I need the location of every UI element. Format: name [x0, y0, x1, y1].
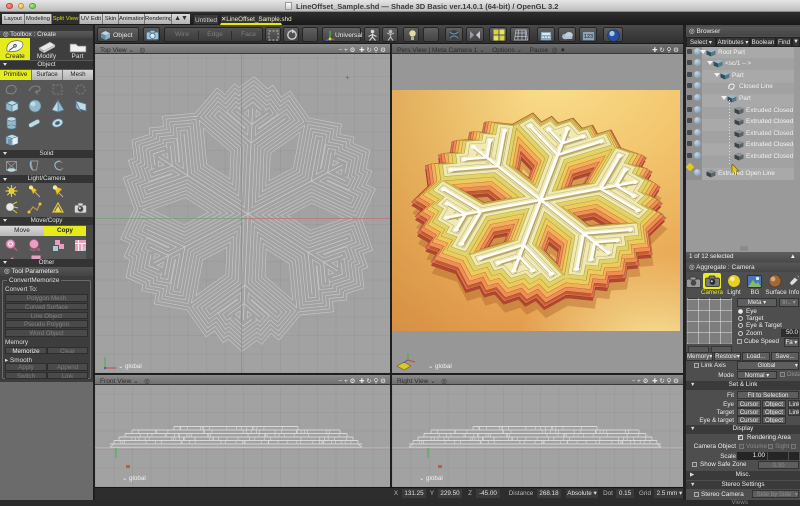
- svg-text:123: 123: [584, 34, 593, 40]
